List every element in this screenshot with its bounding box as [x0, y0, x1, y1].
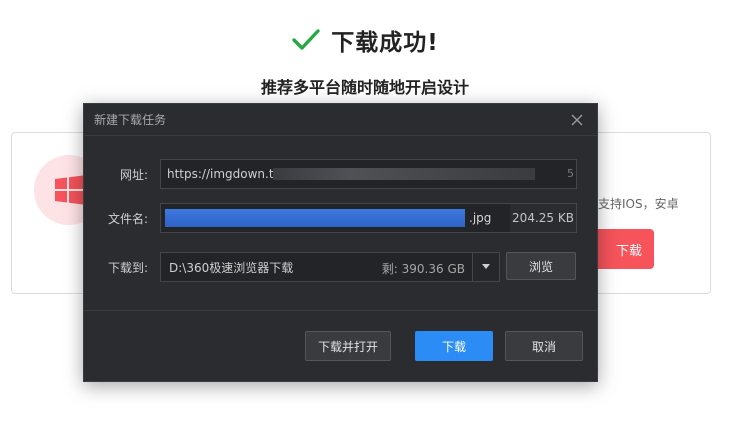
browse-button[interactable]: 浏览	[506, 252, 576, 280]
file-size: 204.25 KB	[510, 204, 576, 232]
url-label: 网址:	[119, 168, 148, 182]
path-dropdown-button[interactable]	[472, 253, 499, 281]
cancel-button[interactable]: 取消	[505, 331, 583, 361]
filename-selection	[165, 209, 465, 227]
download-button[interactable]: 下载	[415, 331, 493, 361]
dialog-divider	[84, 310, 597, 311]
filename-extension: .jpg	[469, 211, 492, 225]
chevron-down-icon	[482, 264, 490, 269]
save-path-select[interactable]: D:\360极速浏览器下载 剩: 390.36 GB	[160, 252, 500, 282]
url-value: https://imgdown.t	[167, 167, 274, 181]
close-button[interactable]	[567, 110, 587, 130]
filename-field[interactable]: .jpg 204.25 KB	[160, 203, 577, 233]
close-icon	[571, 114, 583, 126]
new-download-dialog: 新建下载任务 网址: https://imgdown.t 5 文件名: .jpg…	[83, 103, 598, 382]
save-to-label: 下载到:	[107, 261, 148, 275]
dialog-header: 新建下载任务	[84, 104, 597, 136]
page-subtitle: 推荐多平台随时随地开启设计	[260, 78, 469, 97]
check-icon	[292, 29, 320, 50]
url-tail: 5	[567, 167, 574, 180]
filename-label: 文件名:	[107, 212, 148, 226]
download-and-open-button[interactable]: 下载并打开	[305, 331, 391, 361]
free-space: 剩: 390.36 GB	[381, 262, 465, 276]
success-title: 下载成功!	[331, 30, 439, 56]
dialog-title: 新建下载任务	[94, 113, 167, 127]
url-field[interactable]: https://imgdown.t 5	[160, 159, 577, 189]
windows-logo-icon	[55, 175, 83, 205]
save-path-value: D:\360极速浏览器下载	[169, 260, 294, 275]
success-header: 下载成功!	[0, 22, 730, 58]
url-redaction	[273, 168, 535, 180]
card-description: 支持IOS，安卓	[598, 197, 679, 211]
